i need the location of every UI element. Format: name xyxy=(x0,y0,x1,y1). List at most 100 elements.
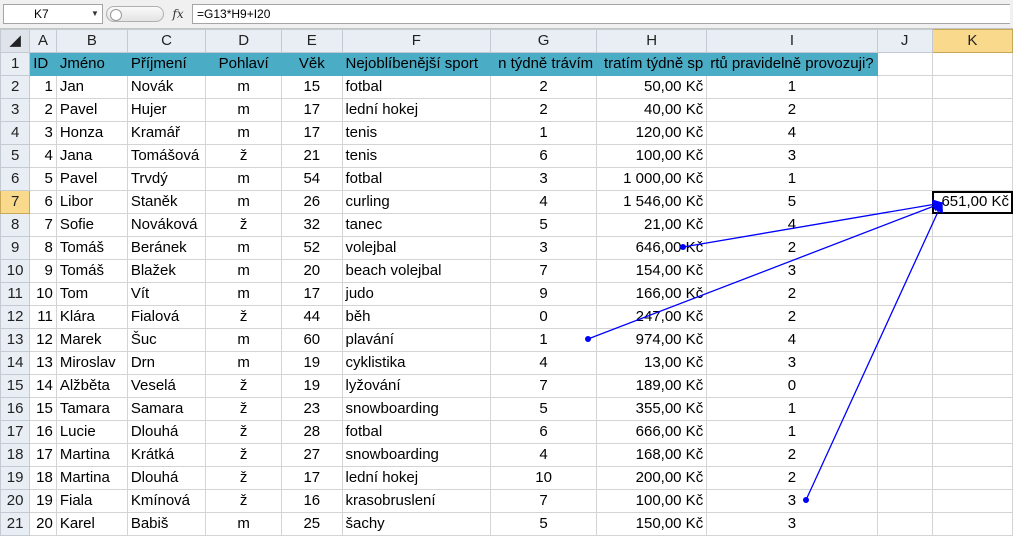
cell-first-name[interactable]: Jan xyxy=(55,75,128,99)
cell-id[interactable]: 6 xyxy=(29,190,57,214)
cell-k[interactable] xyxy=(931,236,1013,260)
cell-id[interactable]: 20 xyxy=(29,512,57,536)
cell-k[interactable] xyxy=(931,374,1013,398)
cell-k[interactable] xyxy=(931,213,1013,237)
cell-count[interactable]: 3 xyxy=(706,144,878,168)
cell-last-name[interactable]: Šuc xyxy=(126,328,207,352)
cell-k[interactable] xyxy=(931,75,1013,99)
cell-age[interactable]: 32 xyxy=(281,213,343,237)
row-heading[interactable]: 16 xyxy=(0,397,31,421)
header-cell-last-name[interactable]: Příjmení xyxy=(126,52,207,76)
cell-hours[interactable]: 4 xyxy=(490,443,598,467)
cell-k[interactable] xyxy=(931,466,1013,490)
cell-cost[interactable]: 21,00 Kč xyxy=(596,213,708,237)
cell-k[interactable] xyxy=(931,167,1013,191)
cell-id[interactable]: 17 xyxy=(29,443,57,467)
cell-first-name[interactable]: Pavel xyxy=(55,167,128,191)
cell-id[interactable]: 18 xyxy=(29,466,57,490)
cell-count[interactable]: 5 xyxy=(706,190,878,214)
cell-gender[interactable]: m xyxy=(205,121,283,145)
cell-k[interactable] xyxy=(931,98,1013,122)
cell-hours[interactable]: 2 xyxy=(490,75,598,99)
cell-gender[interactable]: ž xyxy=(205,420,283,444)
cell-sport[interactable]: curling xyxy=(341,190,492,214)
cell-first-name[interactable]: Klára xyxy=(55,305,128,329)
cell-sport[interactable]: volejbal xyxy=(341,236,492,260)
column-heading-b[interactable]: B xyxy=(55,29,128,53)
cell-id[interactable]: 19 xyxy=(29,489,57,513)
cell-hours[interactable]: 1 xyxy=(490,328,598,352)
cell-age[interactable]: 28 xyxy=(281,420,343,444)
cell-gender[interactable]: ž xyxy=(205,397,283,421)
row-heading[interactable]: 7 xyxy=(0,190,31,214)
cell-j[interactable] xyxy=(876,466,933,490)
cell-gender[interactable]: m xyxy=(205,328,283,352)
cell-k[interactable] xyxy=(931,489,1013,513)
cell-sport[interactable]: snowboarding xyxy=(341,397,492,421)
row-heading[interactable]: 13 xyxy=(0,328,31,352)
cell-first-name[interactable]: Pavel xyxy=(55,98,128,122)
cell-id[interactable]: 8 xyxy=(29,236,57,260)
cell-cost[interactable]: 200,00 Kč xyxy=(596,466,708,490)
cell-age[interactable]: 16 xyxy=(281,489,343,513)
row-heading[interactable]: 19 xyxy=(0,466,31,490)
cell-cost[interactable]: 974,00 Kč xyxy=(596,328,708,352)
cell-sport[interactable]: tenis xyxy=(341,144,492,168)
cell-age[interactable]: 17 xyxy=(281,282,343,306)
column-heading-a[interactable]: A xyxy=(29,29,57,53)
column-heading-j[interactable]: J xyxy=(876,29,933,53)
header-cell-hours[interactable]: n týdně trávím xyxy=(490,52,598,76)
cell-age[interactable]: 17 xyxy=(281,98,343,122)
cell-last-name[interactable]: Staněk xyxy=(126,190,207,214)
cell-j[interactable] xyxy=(876,443,933,467)
cell-cost[interactable]: 646,00 Kč xyxy=(596,236,708,260)
cell-j[interactable] xyxy=(876,236,933,260)
formula-input[interactable]: =G13*H9+I20 xyxy=(192,4,1010,24)
row-heading[interactable]: 17 xyxy=(0,420,31,444)
cell-j[interactable] xyxy=(876,351,933,375)
cell-hours[interactable]: 5 xyxy=(490,213,598,237)
cell-j[interactable] xyxy=(876,397,933,421)
cell-k[interactable] xyxy=(931,305,1013,329)
cell-hours[interactable]: 7 xyxy=(490,374,598,398)
cell-first-name[interactable]: Jana xyxy=(55,144,128,168)
cell-gender[interactable]: ž xyxy=(205,466,283,490)
cell-sport[interactable]: fotbal xyxy=(341,75,492,99)
cell-k[interactable] xyxy=(931,282,1013,306)
column-heading-d[interactable]: D xyxy=(205,29,283,53)
cell-gender[interactable]: m xyxy=(205,512,283,536)
row-heading[interactable]: 5 xyxy=(0,144,31,168)
cell-last-name[interactable]: Tomášová xyxy=(126,144,207,168)
cell-sport[interactable]: fotbal xyxy=(341,420,492,444)
cell-j[interactable] xyxy=(876,75,933,99)
cell-k[interactable] xyxy=(931,144,1013,168)
cell-gender[interactable]: ž xyxy=(205,213,283,237)
cell-count[interactable]: 2 xyxy=(706,443,878,467)
cell-count[interactable]: 2 xyxy=(706,98,878,122)
chevron-down-icon[interactable]: ▼ xyxy=(88,4,102,24)
cell-age[interactable]: 60 xyxy=(281,328,343,352)
insert-function-icon[interactable]: fx xyxy=(167,4,189,24)
cell-j[interactable] xyxy=(876,420,933,444)
cell-age[interactable]: 26 xyxy=(281,190,343,214)
row-heading[interactable]: 9 xyxy=(0,236,31,260)
cell-k[interactable] xyxy=(931,512,1013,536)
row-heading[interactable]: 6 xyxy=(0,167,31,191)
cell-last-name[interactable]: Fialová xyxy=(126,305,207,329)
cell-id[interactable]: 9 xyxy=(29,259,57,283)
cell-first-name[interactable]: Karel xyxy=(55,512,128,536)
cell-count[interactable]: 2 xyxy=(706,236,878,260)
column-heading-f[interactable]: F xyxy=(341,29,492,53)
cell-first-name[interactable]: Martina xyxy=(55,443,128,467)
cell-k[interactable] xyxy=(931,121,1013,145)
cell-cost[interactable]: 166,00 Kč xyxy=(596,282,708,306)
column-heading-c[interactable]: C xyxy=(126,29,207,53)
cell-hours[interactable]: 5 xyxy=(490,512,598,536)
cell-count[interactable]: 3 xyxy=(706,351,878,375)
cell-id[interactable]: 16 xyxy=(29,420,57,444)
cell-sport[interactable]: tenis xyxy=(341,121,492,145)
cell-hours[interactable]: 9 xyxy=(490,282,598,306)
cell-count[interactable]: 1 xyxy=(706,167,878,191)
cell-j[interactable] xyxy=(876,512,933,536)
cell-sport[interactable]: tanec xyxy=(341,213,492,237)
